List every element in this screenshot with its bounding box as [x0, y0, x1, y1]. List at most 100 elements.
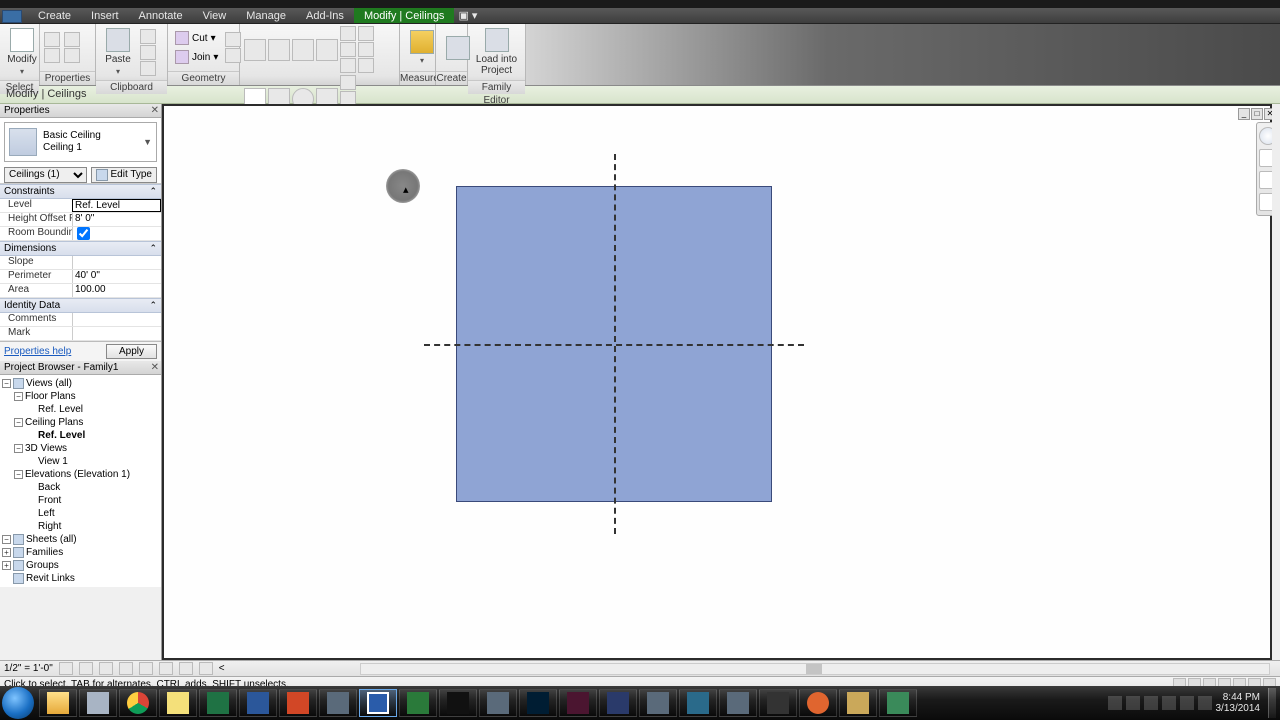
taskbar-app-9[interactable]	[719, 689, 757, 717]
prop-row-comments[interactable]: Comments	[0, 313, 161, 327]
tree-node-groups[interactable]: +Groups	[2, 559, 161, 572]
properties-help-link[interactable]: Properties help	[4, 346, 71, 357]
taskbar-app-10[interactable]	[759, 689, 797, 717]
properties-button-4[interactable]	[64, 48, 80, 63]
tree-toggle-icon[interactable]: +	[2, 561, 11, 570]
properties-button-3[interactable]	[44, 48, 60, 63]
scale-selector[interactable]: 1/2" = 1'-0"	[4, 663, 53, 674]
vertical-scrollbar[interactable]	[1272, 104, 1280, 660]
tree-node-elevations[interactable]: −Elevations (Elevation 1)	[2, 468, 161, 481]
tree-toggle-icon[interactable]: −	[2, 379, 11, 388]
measure-button[interactable]	[404, 28, 440, 67]
tray-icon[interactable]	[1126, 696, 1140, 710]
offset-button[interactable]	[268, 39, 290, 61]
tree-node-sheets[interactable]: −Sheets (all)	[2, 533, 161, 546]
reference-plane-vertical[interactable]	[614, 154, 616, 534]
tree-node-right[interactable]: Right	[2, 520, 161, 533]
reveal-hidden-button[interactable]	[199, 662, 213, 675]
prop-value[interactable]	[72, 227, 161, 240]
prop-row-slope[interactable]: Slope	[0, 256, 161, 270]
tree-node-back[interactable]: Back	[2, 481, 161, 494]
mod-sm-7[interactable]	[340, 75, 356, 90]
taskbar-app-5[interactable]	[479, 689, 517, 717]
align-button[interactable]	[244, 39, 266, 61]
geom-extra-2[interactable]	[225, 48, 241, 63]
taskbar-powerpoint[interactable]	[279, 689, 317, 717]
edit-type-button[interactable]: Edit Type	[91, 167, 157, 183]
drawing-area[interactable]: ▴ _ □ ✕	[162, 104, 1280, 660]
tray-icon[interactable]	[1108, 696, 1122, 710]
tree-toggle-icon[interactable]: −	[14, 418, 23, 427]
taskbar-app-4[interactable]	[439, 689, 477, 717]
properties-filter-dropdown[interactable]: Ceilings (1)	[4, 167, 87, 183]
tree-node-left[interactable]: Left	[2, 507, 161, 520]
taskbar-excel[interactable]	[199, 689, 237, 717]
taskbar-app-11[interactable]	[799, 689, 837, 717]
taskbar-app-7[interactable]	[639, 689, 677, 717]
view-min-button[interactable]: _	[1238, 108, 1250, 120]
app-menu-button[interactable]	[2, 10, 22, 23]
show-desktop-button[interactable]	[1268, 688, 1276, 718]
ribbon-tab-annotate[interactable]: Annotate	[129, 8, 193, 23]
mirror-button[interactable]	[292, 39, 314, 61]
load-into-project-button[interactable]: Load into Project	[472, 26, 521, 78]
mod-sm-2[interactable]	[340, 42, 356, 57]
sun-path-button[interactable]	[99, 662, 113, 675]
view-max-button[interactable]: □	[1251, 108, 1263, 120]
mod-sm-3[interactable]	[340, 58, 356, 73]
collapse-icon[interactable]: ⌃	[149, 186, 157, 197]
tray-icon[interactable]	[1144, 696, 1158, 710]
prop-value[interactable]	[72, 327, 161, 340]
taskbar-app-12[interactable]	[839, 689, 877, 717]
taskbar-clock[interactable]: 8:44 PM 3/13/2014	[1216, 692, 1261, 714]
geometry-join-button[interactable]: Join ▾	[172, 49, 221, 65]
properties-palette-header[interactable]: Properties✕	[0, 104, 161, 118]
shadows-button[interactable]	[119, 662, 133, 675]
geometry-cut-button[interactable]: Cut ▾	[172, 30, 221, 46]
geom-extra-1[interactable]	[225, 32, 241, 47]
tree-toggle-icon[interactable]: −	[14, 470, 23, 479]
tree-node-ceiling-plans[interactable]: −Ceiling Plans	[2, 416, 161, 429]
tree-toggle-icon[interactable]: +	[2, 548, 11, 557]
prop-row-mark[interactable]: Mark	[0, 327, 161, 341]
taskbar-app-8[interactable]	[679, 689, 717, 717]
detail-level-button[interactable]	[59, 662, 73, 675]
tree-node-fp-ref[interactable]: Ref. Level	[2, 403, 161, 416]
type-selector[interactable]: Basic Ceiling Ceiling 1 ▼	[4, 122, 157, 162]
copy-clipboard-button[interactable]	[140, 45, 156, 60]
taskbar-app-2[interactable]	[319, 689, 357, 717]
prop-value[interactable]: 40' 0"	[72, 270, 161, 283]
taskbar-photoshop[interactable]	[519, 689, 557, 717]
ribbon-tab-extra[interactable]: ▣ ▾	[454, 7, 481, 24]
taskbar-explorer[interactable]	[39, 689, 77, 717]
taskbar-revit[interactable]	[359, 689, 397, 717]
prop-value[interactable]	[72, 313, 161, 326]
ribbon-tab-view[interactable]: View	[193, 8, 237, 23]
hide-isolate-button[interactable]	[179, 662, 193, 675]
prop-row-area[interactable]: Area100.00	[0, 284, 161, 298]
scrollbar-thumb[interactable]	[806, 664, 822, 674]
ribbon-tab-insert[interactable]: Insert	[81, 8, 129, 23]
prop-row-level[interactable]: LevelRef. Level	[0, 199, 161, 213]
mod-sm-4[interactable]	[358, 26, 374, 41]
taskbar-indesign[interactable]	[559, 689, 597, 717]
tray-icon[interactable]	[1162, 696, 1176, 710]
prop-group-dimensions[interactable]: Dimensions⌃	[0, 241, 161, 256]
tree-node-cp-ref[interactable]: Ref. Level	[2, 429, 161, 442]
tree-node-views[interactable]: −Views (all)	[2, 377, 161, 390]
prop-value[interactable]: 8' 0"	[72, 213, 161, 226]
mod-sm-5[interactable]	[358, 42, 374, 57]
horizontal-scrollbar[interactable]	[360, 663, 1270, 675]
ribbon-tab-create[interactable]: Create	[28, 8, 81, 23]
project-browser-header[interactable]: Project Browser - Family1✕	[0, 361, 161, 375]
tree-node-view1[interactable]: View 1	[2, 455, 161, 468]
cut-clipboard-button[interactable]	[140, 29, 156, 44]
taskbar-word[interactable]	[239, 689, 277, 717]
taskbar-app-6[interactable]	[599, 689, 637, 717]
tree-toggle-icon[interactable]: −	[14, 392, 23, 401]
prop-value[interactable]	[72, 256, 161, 269]
prop-row-perimeter[interactable]: Perimeter40' 0"	[0, 270, 161, 284]
tray-icon[interactable]	[1180, 696, 1194, 710]
apply-button[interactable]: Apply	[106, 344, 157, 359]
taskbar-app-13[interactable]	[879, 689, 917, 717]
